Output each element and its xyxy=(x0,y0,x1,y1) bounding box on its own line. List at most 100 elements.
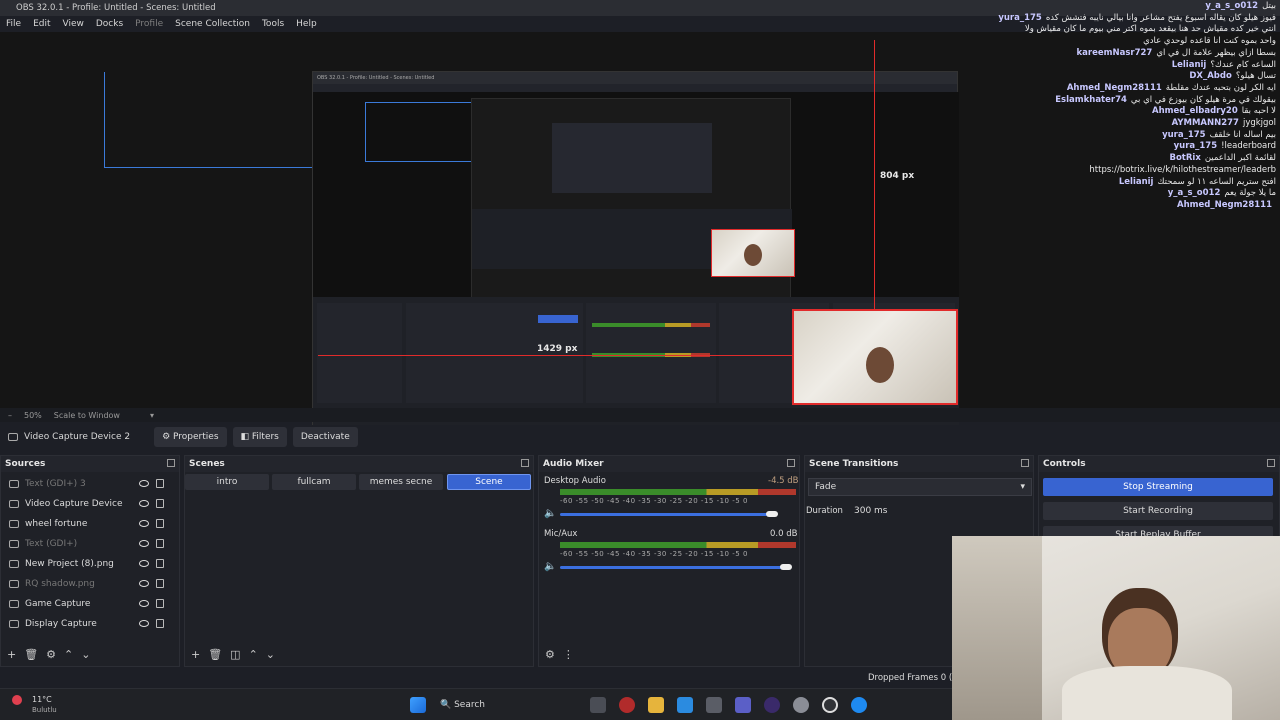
transition-select[interactable]: Fade ▾ xyxy=(808,478,1032,496)
lock-icon[interactable] xyxy=(156,559,164,568)
chat-message: https://botrix.live/k/hilothestreamer/le… xyxy=(1085,165,1276,175)
lock-icon[interactable] xyxy=(156,539,164,548)
chat-text: بسطا ازاي بيظهر علامة ال في اي xyxy=(1156,47,1276,58)
selected-webcam-source[interactable] xyxy=(792,309,958,405)
chat-username: Ahmed_Negm28111 xyxy=(1177,199,1272,210)
duration-input[interactable]: 300 ms xyxy=(848,502,1032,520)
lock-icon[interactable] xyxy=(156,619,164,628)
desktop-audio-slider[interactable] xyxy=(560,513,776,516)
edge-icon[interactable] xyxy=(851,697,867,713)
chat-message: Eslamkhater74 بيقولك في مرة هيلو كان بيوز… xyxy=(1055,95,1276,105)
properties-label: Properties xyxy=(173,432,219,442)
menu-view[interactable]: View xyxy=(63,19,84,29)
start-icon[interactable] xyxy=(410,697,426,713)
mixer-header: Audio Mixer xyxy=(539,456,799,472)
menu-scene-collection[interactable]: Scene Collection xyxy=(175,19,250,29)
app-icon[interactable] xyxy=(764,697,780,713)
filters-button[interactable]: ◧ Filters xyxy=(232,427,287,447)
scene-intro[interactable]: intro xyxy=(185,474,269,490)
deactivate-label: Deactivate xyxy=(300,432,350,442)
nested-preview xyxy=(313,92,959,298)
lock-icon[interactable] xyxy=(156,519,164,528)
mic-knob[interactable] xyxy=(780,564,792,570)
lock-icon[interactable] xyxy=(156,599,164,608)
scene-fullcam[interactable]: fullcam xyxy=(272,474,356,490)
scenes-toolbar[interactable]: +🗑◫⌃⌄ xyxy=(191,648,283,661)
menu-file[interactable]: File xyxy=(6,19,21,29)
menu-help[interactable]: Help xyxy=(296,19,317,29)
scene-active[interactable]: Scene xyxy=(447,474,531,490)
visibility-eye-icon[interactable] xyxy=(139,520,149,527)
source-item[interactable]: Game Capture xyxy=(3,595,173,613)
store-icon[interactable] xyxy=(706,697,722,713)
speaker-icon[interactable]: 🔈 xyxy=(544,508,556,519)
dropped-frames: Dropped Frames 0 (0 xyxy=(868,673,958,683)
source-item[interactable]: RQ shadow.png xyxy=(3,575,173,593)
sources-header: Sources xyxy=(1,456,179,472)
mixer-toolbar[interactable]: ⚙⋮ xyxy=(545,648,582,661)
visibility-eye-icon[interactable] xyxy=(139,580,149,587)
source-item[interactable]: wheel fortune xyxy=(3,515,173,533)
folder-icon[interactable] xyxy=(648,697,664,713)
deactivate-button[interactable]: Deactivate xyxy=(292,427,358,447)
stop-streaming-button[interactable]: Stop Streaming xyxy=(1043,478,1273,496)
visibility-eye-icon[interactable] xyxy=(139,600,149,607)
mic-slider[interactable] xyxy=(560,566,790,569)
scene-memes[interactable]: memes secne xyxy=(359,474,443,490)
sources-toolbar[interactable]: +🗑⚙⌃⌄ xyxy=(7,648,98,661)
desktop-audio-knob[interactable] xyxy=(766,511,778,517)
float-icon[interactable] xyxy=(521,459,529,467)
task-view-icon[interactable] xyxy=(590,697,606,713)
float-icon[interactable] xyxy=(167,459,175,467)
chat-message: yura_175 بيم اساله انا خلقف xyxy=(1162,130,1276,140)
chat-username: yura_175 xyxy=(1162,129,1206,140)
lock-icon[interactable] xyxy=(156,499,164,508)
obs-icon[interactable] xyxy=(822,697,838,713)
visibility-eye-icon[interactable] xyxy=(139,620,149,627)
menu-profile[interactable]: Profile xyxy=(135,19,163,29)
zoom-percent[interactable]: 50% xyxy=(24,411,42,420)
nested-cam xyxy=(711,229,795,277)
mic-ticks: -60 -55 -50 -45 -40 -35 -30 -25 -20 -15 … xyxy=(560,550,748,558)
visibility-eye-icon[interactable] xyxy=(139,500,149,507)
chat-text: انتي خير كده مقياش حد هنا بيقعد بموه اكت… xyxy=(1024,24,1276,35)
visibility-eye-icon[interactable] xyxy=(139,560,149,567)
menu-edit[interactable]: Edit xyxy=(33,19,50,29)
start-recording-button[interactable]: Start Recording xyxy=(1043,502,1273,520)
duration-value: 300 ms xyxy=(854,506,888,516)
selected-source-name: Video Capture Device 2 xyxy=(24,432,131,442)
source-item[interactable]: Text (GDI+) 3 xyxy=(3,475,173,493)
weather-desc[interactable]: Bulutlu xyxy=(32,706,57,714)
visibility-eye-icon[interactable] xyxy=(139,540,149,547)
taskbar-search[interactable]: 🔍 Search xyxy=(440,697,540,713)
menu-docks[interactable]: Docks xyxy=(96,19,123,29)
weather-temp[interactable]: 11°C xyxy=(32,695,52,704)
source-item[interactable]: Display Capture xyxy=(3,615,173,633)
source-item[interactable]: Video Capture Device xyxy=(3,495,173,513)
menu-tools[interactable]: Tools xyxy=(262,19,284,29)
zoom-dropdown-icon[interactable]: ▾ xyxy=(150,411,154,420)
copilot-icon[interactable] xyxy=(677,697,693,713)
float-icon[interactable] xyxy=(1267,459,1275,467)
transition-type: Fade xyxy=(815,482,837,492)
music-icon[interactable] xyxy=(793,697,809,713)
source-item[interactable]: New Project (8).png xyxy=(3,555,173,573)
lock-icon[interactable] xyxy=(156,579,164,588)
search-icon: 🔍 xyxy=(440,700,455,710)
chat-message: Lelianij الساعه كام عندك؟ xyxy=(1172,60,1276,70)
opera-icon[interactable] xyxy=(619,697,635,713)
lock-icon[interactable] xyxy=(156,479,164,488)
float-icon[interactable] xyxy=(1021,459,1029,467)
audio-mixer-dock: Audio Mixer ⚙⋮ xyxy=(538,455,800,667)
speaker-icon[interactable]: 🔈 xyxy=(544,561,556,572)
zoom-icon[interactable]: – xyxy=(8,411,12,420)
teams-icon[interactable] xyxy=(735,697,751,713)
source-item[interactable]: Text (GDI+) xyxy=(3,535,173,553)
source-label: Text (GDI+) xyxy=(25,539,78,549)
chat-username: kareemNasr727 xyxy=(1076,47,1153,58)
visibility-eye-icon[interactable] xyxy=(139,480,149,487)
nested-title: OBS 32.0.1 - Profile: Untitled - Scenes:… xyxy=(313,72,957,84)
properties-button[interactable]: ⚙ Properties xyxy=(154,427,227,447)
zoom-mode[interactable]: Scale to Window xyxy=(54,411,120,420)
float-icon[interactable] xyxy=(787,459,795,467)
